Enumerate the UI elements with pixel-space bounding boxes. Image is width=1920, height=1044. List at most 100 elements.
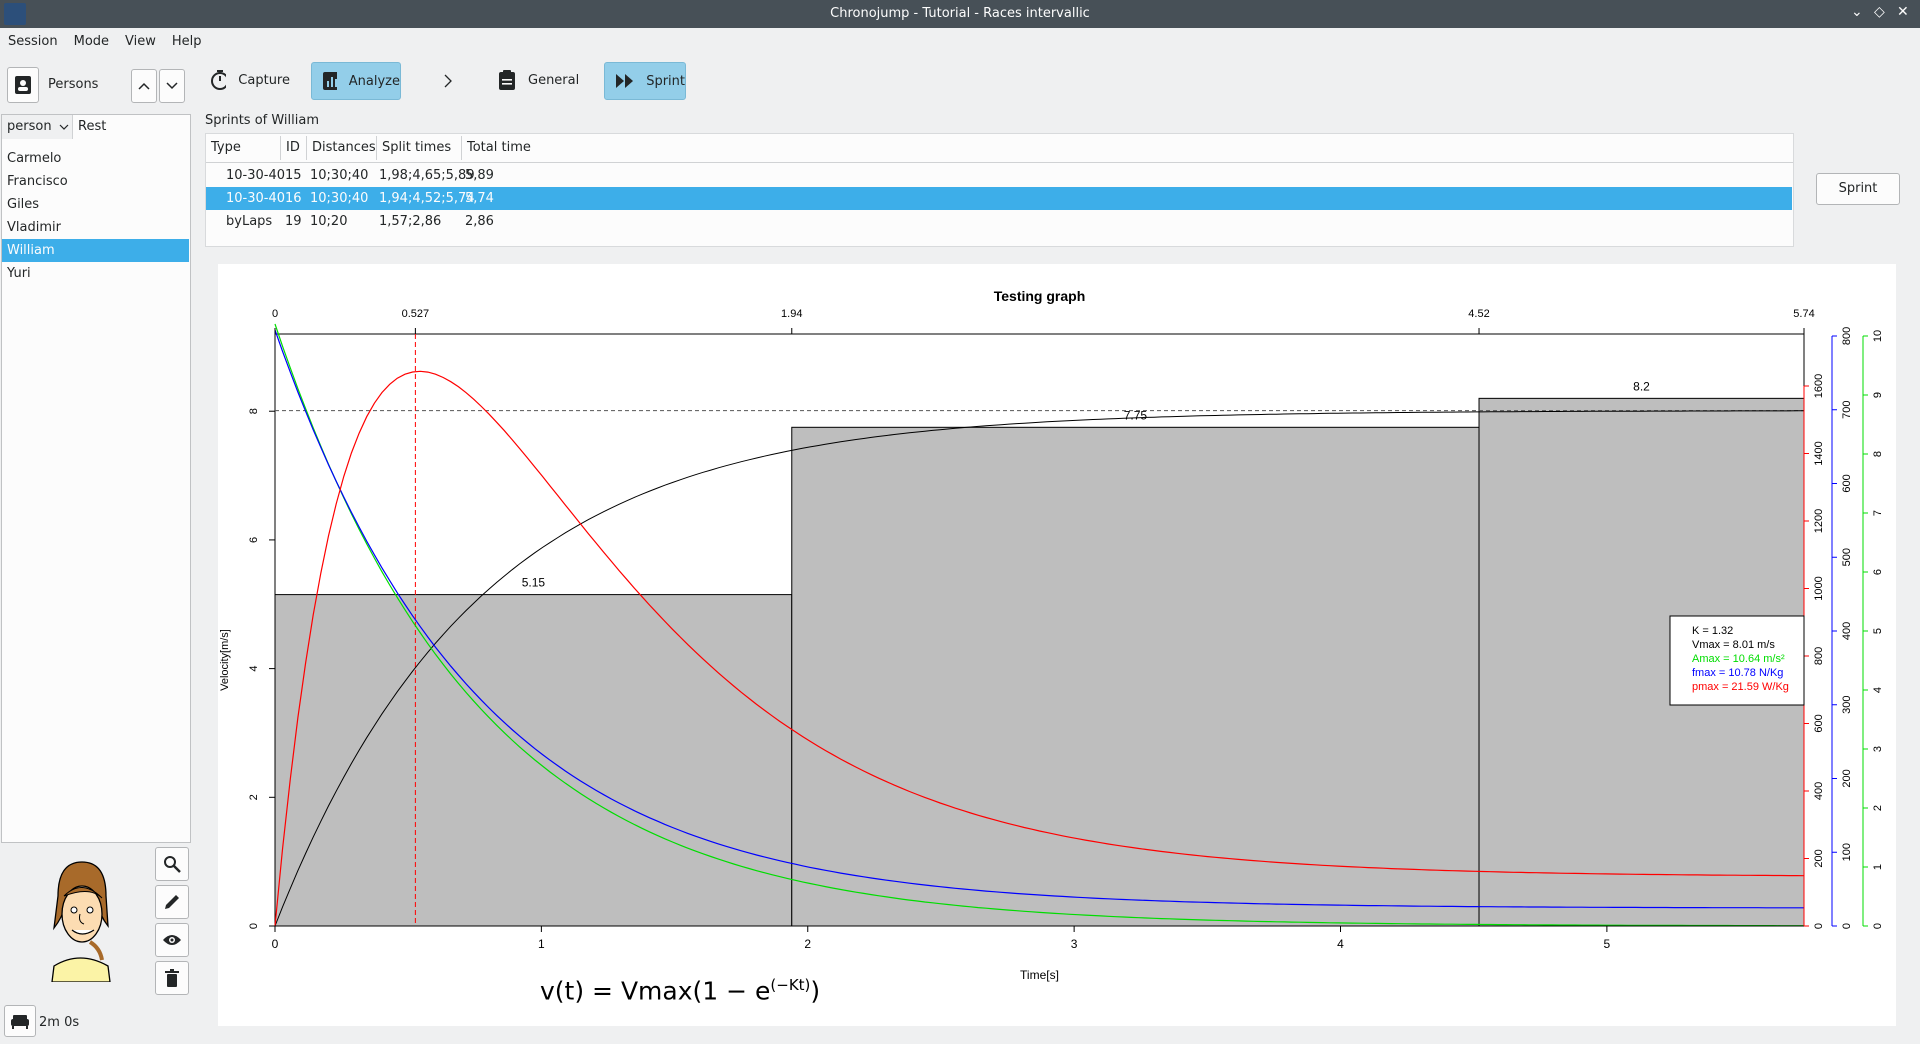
person-name: Yuri — [7, 266, 31, 281]
sprint-type: byLaps — [226, 214, 273, 229]
analyze-button[interactable]: Analyze — [311, 62, 401, 100]
x-axis-title: Time[s] — [1020, 968, 1059, 982]
force-axis-tick-label-3: 300 — [1841, 696, 1853, 714]
power-axis-tick-label-8: 1600 — [1813, 374, 1825, 398]
sprint-row-16[interactable]: 10-30-40 16 10;30;40 1,94;4,52;5,74 5,74 — [206, 187, 1792, 210]
x-tick-label-5: 5 — [1604, 937, 1611, 951]
power-axis-tick-label-6: 1200 — [1813, 509, 1825, 533]
sprint-split-times: 1,94;4,52;5,74 — [379, 191, 475, 206]
sprint-id: 16 — [285, 191, 302, 206]
top-tick-label-3: 4.52 — [1468, 308, 1489, 320]
x-tick-label-3: 3 — [1071, 937, 1078, 951]
sprint-split-times: 1,57;2,86 — [379, 214, 442, 229]
sprint-type: 10-30-40 — [226, 191, 286, 206]
pencil-icon — [165, 895, 179, 909]
force-axis-tick-label-6: 600 — [1841, 474, 1853, 492]
power-axis-tick-label-1: 200 — [1813, 849, 1825, 867]
sprint-row-15[interactable]: 10-30-40 15 10;30;40 1,98;4,65;5,89 5,89 — [206, 164, 1792, 187]
sprints-title: Sprints of William — [205, 113, 320, 128]
sprint-mode-button[interactable]: Sprint — [604, 62, 686, 100]
search-icon — [164, 856, 181, 873]
rest-timer-button[interactable] — [4, 1005, 36, 1037]
person-up-button[interactable] — [131, 69, 157, 103]
menu-mode[interactable]: Mode — [66, 31, 117, 52]
column-header-total-time[interactable]: Total time — [462, 136, 562, 160]
chevron-down-icon — [59, 124, 69, 130]
search-button[interactable] — [155, 847, 189, 881]
general-button[interactable]: General — [488, 62, 584, 98]
column-header-id[interactable]: ID — [281, 136, 307, 160]
column-header-split-times[interactable]: Split times — [377, 136, 462, 160]
person-down-button[interactable] — [159, 69, 185, 103]
person-row-carmelo[interactable]: Carmelo — [2, 147, 189, 170]
accel-axis-tick-label-5: 5 — [1872, 628, 1884, 634]
sprint-split-times: 1,98;4,65;5,89 — [379, 168, 475, 183]
velocity-equation: v(t) = Vmax(1 − e(−Kt)) — [540, 976, 820, 1005]
sprint-graph: 5.15 7.75 8.2 0 1 2 3 4 5 Time[s] 0 0.527 1.94 4.52 5.… — [218, 264, 1896, 1026]
general-label: General — [528, 72, 580, 88]
sprint-total-time: 5,74 — [465, 191, 494, 206]
menu-session[interactable]: Session — [0, 31, 66, 52]
chart-title: Testing graph — [994, 288, 1086, 304]
column-header-person[interactable]: person — [2, 115, 73, 139]
accel-axis-tick-label-9: 9 — [1872, 392, 1884, 398]
sprint-distances: 10;20 — [310, 214, 348, 229]
legend-item-0: K = 1.32 — [1692, 625, 1733, 637]
accel-axis-tick-label-1: 1 — [1872, 864, 1884, 870]
column-header-distances[interactable]: Distances — [307, 136, 377, 160]
column-header-rest[interactable]: Rest — [73, 115, 190, 139]
testing-graph-svg: 5.157.758.20 1 2 3 4 5Time[s]0 0.527 1.94 4.52 5.… — [219, 288, 1884, 982]
power-axis-tick-label-4: 800 — [1813, 647, 1825, 665]
sprint-id: 19 — [285, 214, 302, 229]
legend-item-3: fmax = 10.78 N/Kg — [1692, 667, 1783, 679]
force-axis-tick-label-1: 100 — [1841, 843, 1853, 861]
sprint-row-19[interactable]: byLaps 19 10;20 1,57;2,86 2,86 — [206, 210, 1792, 233]
view-button[interactable] — [155, 923, 189, 957]
person-name: Francisco — [7, 174, 68, 189]
title-bar: Chronojump - Tutorial - Races intervalli… — [0, 0, 1920, 28]
trash-icon — [165, 969, 179, 987]
accel-axis-tick-label-7: 7 — [1872, 510, 1884, 516]
y-tick-label-1: 2 — [248, 794, 260, 800]
column-header-type[interactable]: Type — [206, 136, 281, 160]
sprint-button[interactable]: Sprint — [1816, 173, 1900, 205]
column-header-person-label: person — [7, 119, 52, 134]
couch-icon — [11, 1015, 29, 1029]
sprint-distances: 10;30;40 — [310, 168, 369, 183]
y-tick-label-4: 8 — [248, 408, 260, 414]
x-tick-label-1: 1 — [538, 937, 545, 951]
sprint-mode-label: Sprint — [646, 73, 685, 89]
bar-label-2: 8.2 — [1633, 379, 1650, 393]
edit-button[interactable] — [155, 885, 189, 919]
analyze-label: Analyze — [348, 73, 400, 89]
top-tick-label-0: 0 — [272, 308, 278, 320]
bar-0 — [274, 594, 793, 927]
person-row-william[interactable]: William — [2, 239, 189, 262]
person-row-yuri[interactable]: Yuri — [2, 262, 189, 285]
persons-label: Persons — [48, 77, 99, 92]
maximize-icon[interactable]: ◇ — [1874, 4, 1885, 20]
close-icon[interactable]: ✕ — [1897, 4, 1909, 20]
sprint-total-time: 5,89 — [465, 168, 494, 183]
x-tick-label-0: 0 — [272, 937, 279, 951]
sprint-distances: 10;30;40 — [310, 191, 369, 206]
force-axis-tick-label-2: 200 — [1841, 769, 1853, 787]
person-row-vladimir[interactable]: Vladimir — [2, 216, 189, 239]
persons-list: person Rest Carmelo Francisco Giles Vlad… — [1, 114, 191, 843]
persons-button[interactable] — [7, 67, 39, 103]
force-axis-tick-label-8: 800 — [1841, 327, 1853, 345]
delete-button[interactable] — [155, 961, 189, 995]
person-card-icon — [15, 76, 31, 94]
top-tick-label-4: 5.74 — [1793, 308, 1814, 320]
person-avatar — [51, 861, 111, 982]
person-row-giles[interactable]: Giles — [2, 193, 189, 216]
legend-item-2: Amax = 10.64 m/s² — [1692, 653, 1785, 665]
person-row-francisco[interactable]: Francisco — [2, 170, 189, 193]
menu-help[interactable]: Help — [164, 31, 210, 52]
capture-button[interactable]: Capture — [200, 62, 290, 98]
power-axis-tick-label-3: 600 — [1813, 714, 1825, 732]
minimize-icon[interactable]: ⌄ — [1851, 4, 1863, 20]
person-name: Giles — [7, 197, 40, 212]
sprint-button-label: Sprint — [1838, 181, 1878, 196]
menu-view[interactable]: View — [117, 31, 164, 52]
